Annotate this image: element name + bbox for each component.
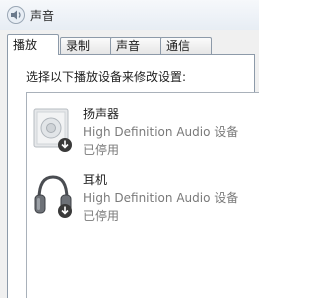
title-bar[interactable]: 声音 [0, 0, 259, 30]
tab-sounds[interactable]: 声音 [110, 37, 162, 54]
device-item-speakers[interactable]: 扬声器 High Definition Audio 设备 已停用 [27, 99, 260, 165]
headphones-device-icon [34, 175, 72, 218]
speaker-device-icon [33, 108, 72, 152]
device-status: 已停用 [83, 209, 120, 223]
instructions-label: 选择以下播放设备来修改设置: [26, 70, 187, 84]
device-list[interactable]: 扬声器 High Definition Audio 设备 已停用 耳机 High… [26, 92, 259, 298]
tab-communications[interactable]: 通信 [160, 37, 212, 54]
tab-label: 通信 [166, 39, 191, 53]
tab-label: 声音 [116, 39, 141, 53]
tab-playback[interactable]: 播放 [7, 34, 59, 55]
device-name: 耳机 [83, 173, 108, 187]
tab-recording[interactable]: 录制 [60, 37, 112, 54]
device-name: 扬声器 [83, 107, 120, 121]
device-description: High Definition Audio 设备 [83, 191, 239, 205]
device-item-headphones[interactable]: 耳机 High Definition Audio 设备 已停用 [27, 165, 260, 231]
speaker-icon [7, 6, 25, 24]
window-title: 声音 [30, 9, 55, 23]
tab-label: 播放 [13, 38, 38, 52]
device-status: 已停用 [83, 143, 120, 157]
tab-label: 录制 [66, 39, 91, 53]
device-description: High Definition Audio 设备 [83, 125, 239, 139]
